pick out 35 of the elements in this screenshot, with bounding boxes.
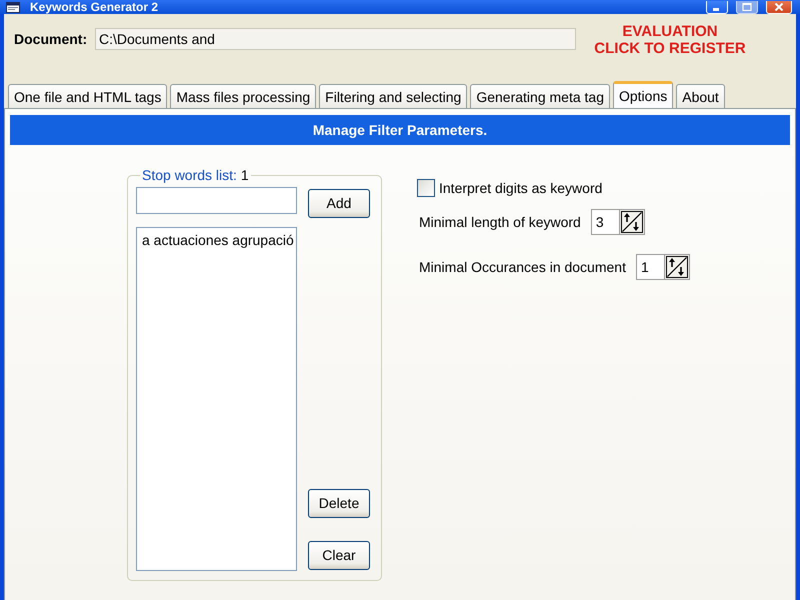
- evaluation-label: EVALUATION: [622, 23, 718, 40]
- minimize-button[interactable]: [706, 1, 728, 14]
- field-label: Minimal length of keyword: [419, 212, 581, 232]
- checkbox-label: Interpret digits as keyword: [439, 178, 602, 198]
- tab[interactable]: Mass files processing: [170, 84, 316, 108]
- tab[interactable]: Filtering and selecting: [319, 84, 468, 108]
- number-field[interactable]: 3: [590, 209, 619, 235]
- list-item[interactable]: a actuaciones agrupació: [142, 232, 296, 249]
- stop-words-list[interactable]: a actuaciones agrupació: [136, 227, 297, 571]
- up-down-arrows-icon: [666, 256, 688, 278]
- document-field[interactable]: C:\Documents and: [95, 28, 576, 50]
- tab[interactable]: Options: [612, 81, 674, 108]
- tab[interactable]: About: [676, 84, 725, 108]
- spin-button[interactable]: [618, 209, 645, 235]
- word-count: 1: [240, 167, 249, 183]
- checkbox[interactable]: [417, 179, 435, 197]
- delete-button[interactable]: Delete: [308, 489, 370, 518]
- window-title: Keywords Generator 2: [30, 1, 158, 14]
- clear-button[interactable]: Clear: [308, 541, 370, 570]
- group-label: Stop words list:: [142, 167, 237, 183]
- panel-header: Manage Filter Parameters.: [10, 115, 790, 145]
- register-link[interactable]: CLICK TO REGISTER: [594, 40, 746, 57]
- field-label: Minimal Occurances in document: [419, 258, 626, 276]
- spin-button[interactable]: [664, 254, 690, 280]
- maximize-icon: [742, 3, 752, 11]
- up-down-arrows-icon: [620, 211, 643, 233]
- document-label: Document:: [14, 30, 88, 49]
- add-button[interactable]: Add: [308, 189, 370, 218]
- tab[interactable]: One file and HTML tags: [8, 84, 168, 108]
- app-window-icon: [6, 2, 20, 13]
- number-field[interactable]: 1: [636, 254, 664, 280]
- word-input[interactable]: [136, 187, 297, 214]
- close-button[interactable]: [766, 1, 792, 14]
- close-icon: [774, 3, 784, 11]
- tab[interactable]: Generating meta tag: [470, 84, 610, 108]
